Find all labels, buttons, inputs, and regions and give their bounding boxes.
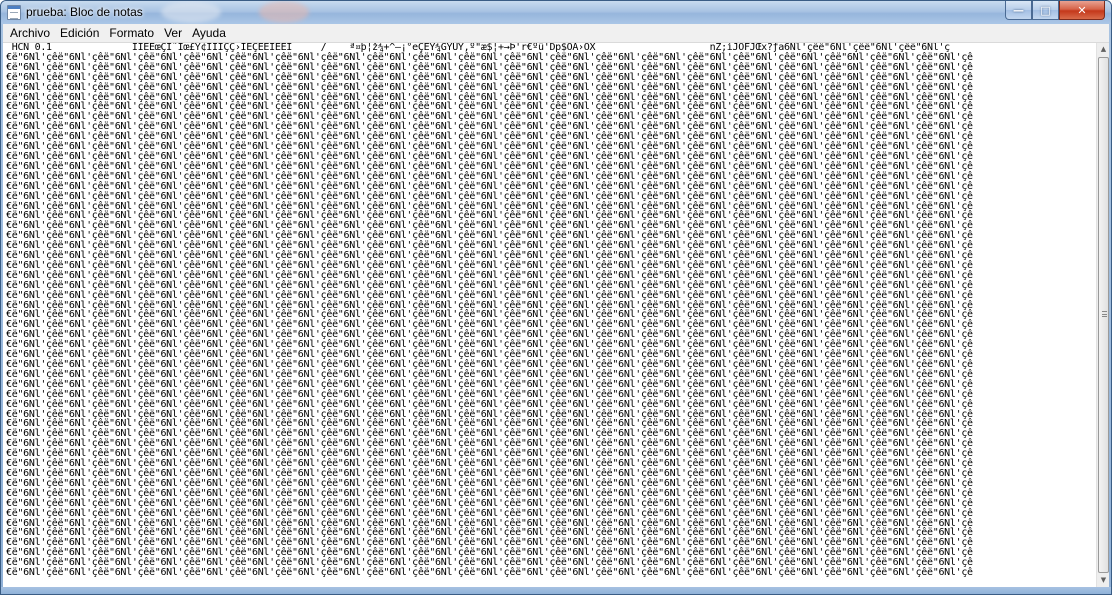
desktop-glow (259, 1, 309, 23)
text-editor[interactable]: HCN 0.1 ÏÏÉÉœÇÍ˜Ïœ£Ý¢ÍÏÍÇÇ›ÌÈÇÉÉÌÈÈÌ / ª… (3, 43, 1096, 587)
menu-ver[interactable]: Ver (159, 24, 187, 43)
scroll-down-arrow-icon[interactable]: ▼ (1097, 574, 1110, 587)
menu-bar: Archivo Edición Formato Ver Ayuda (3, 24, 1109, 43)
window-bottom-border (1, 587, 1111, 594)
menu-edicion[interactable]: Edición (55, 24, 104, 43)
close-button[interactable]: ✕ (1059, 1, 1105, 20)
notepad-window: prueba: Bloc de notas — □ ✕ Archivo Edic… (0, 0, 1112, 595)
title-bar[interactable]: prueba: Bloc de notas — □ ✕ (1, 1, 1111, 24)
menu-formato[interactable]: Formato (104, 24, 159, 43)
minimize-button[interactable]: — (1005, 1, 1032, 20)
window-controls: — □ ✕ (1005, 1, 1105, 20)
menu-archivo[interactable]: Archivo (5, 24, 55, 43)
scroll-up-arrow-icon[interactable]: ▲ (1097, 43, 1110, 56)
vertical-scrollbar[interactable]: ▲ ▼ (1096, 43, 1109, 587)
menu-ayuda[interactable]: Ayuda (187, 24, 231, 43)
grip-icon (1102, 311, 1107, 317)
desktop-glow (161, 1, 221, 23)
notepad-icon (7, 5, 21, 20)
scroll-thumb[interactable] (1098, 57, 1109, 573)
maximize-button[interactable]: □ (1032, 1, 1059, 20)
window-title: prueba: Bloc de notas (26, 5, 143, 19)
document-text[interactable]: HCN 0.1 ÏÏÉÉœÇÍ˜Ïœ£Ý¢ÍÏÍÇÇ›ÌÈÇÉÉÌÈÈÌ / ª… (3, 43, 1096, 578)
